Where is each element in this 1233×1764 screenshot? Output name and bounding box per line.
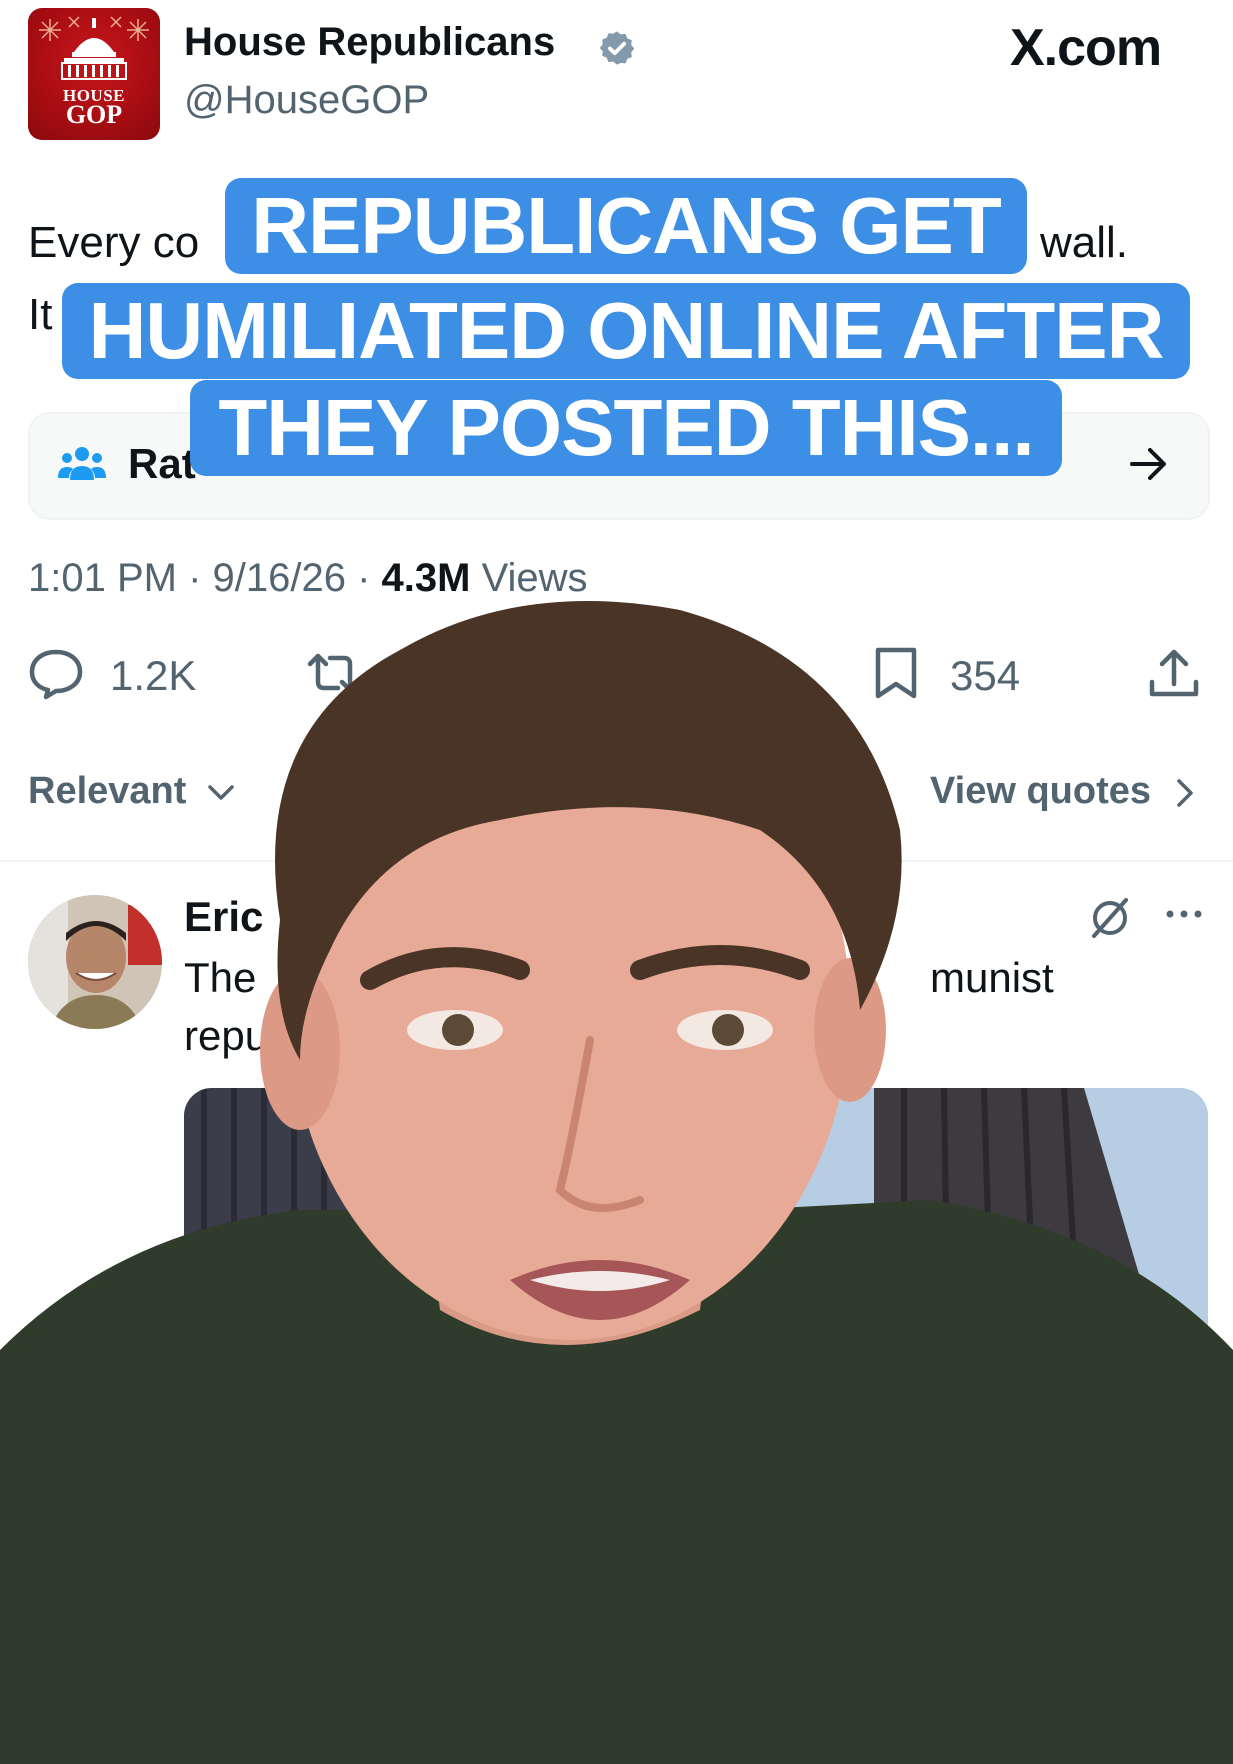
verified-badge-icon xyxy=(599,31,635,65)
presenter-figure xyxy=(0,601,1233,1764)
post-text-line1-start: Every co xyxy=(28,218,200,267)
caption-line-3: THEY POSTED THIS... xyxy=(190,380,1062,476)
author-name[interactable]: House Republicans xyxy=(184,20,555,65)
community-icon xyxy=(58,447,106,480)
house-gop-avatar[interactable]: HOUSE GOP xyxy=(28,8,160,140)
community-label: Rat xyxy=(128,440,196,487)
caption-line-2: HUMILIATED ONLINE AFTER xyxy=(62,283,1190,379)
arrow-right-icon[interactable] xyxy=(1128,446,1170,482)
site-watermark: X.com xyxy=(1010,19,1162,77)
author-handle[interactable]: @HouseGOP xyxy=(184,78,429,123)
post-text-line2-start: It xyxy=(28,290,53,339)
caption-line-1: REPUBLICANS GET xyxy=(225,178,1027,274)
avatar-text-gop: GOP xyxy=(65,100,123,129)
post-text-line1-end: wall. xyxy=(1040,218,1129,267)
